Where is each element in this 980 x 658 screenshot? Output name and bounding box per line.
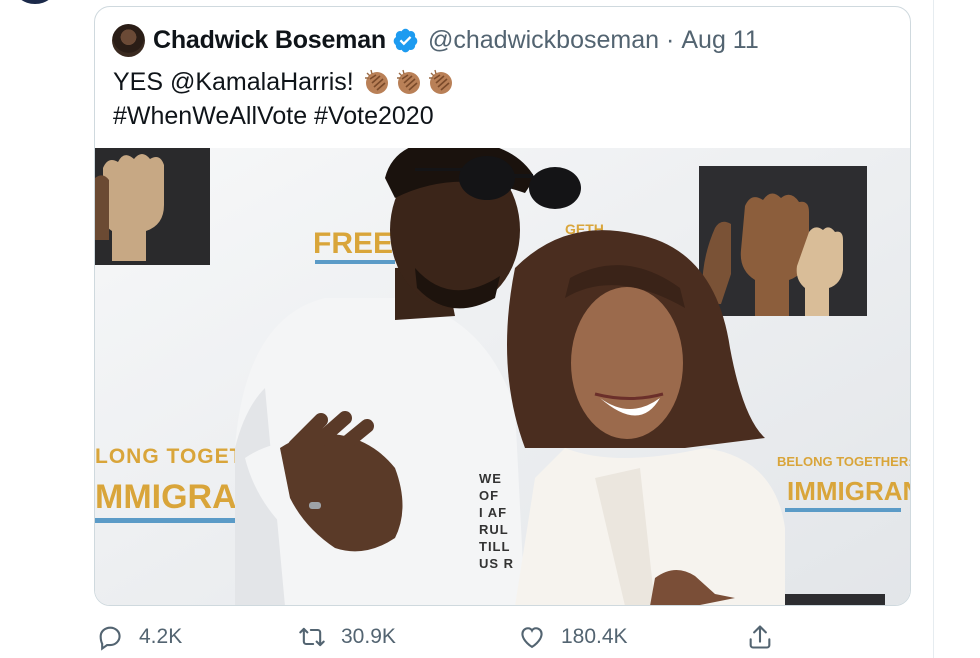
reply-count: 4.2K <box>139 625 183 648</box>
tweet-hashtags[interactable]: #WhenWeAllVote #Vote2020 <box>113 99 434 133</box>
clap-icon <box>428 69 452 94</box>
fist-poster-right <box>699 166 867 316</box>
reply-icon <box>99 626 121 651</box>
retweeter-avatar[interactable] <box>14 0 56 4</box>
tweet-actions: 4.2K 30.9K 180.4K <box>0 616 933 658</box>
retweet-count: 30.9K <box>341 625 396 648</box>
backdrop-text-long-together: LONG TOGET <box>95 445 243 468</box>
fist-poster-left <box>95 148 210 265</box>
retweet-button[interactable]: 30.9K <box>298 616 396 658</box>
backdrop-text-belong-together: BELONG TOGETHER: <box>777 454 910 469</box>
shirt-print-line: WE OF <box>479 471 502 503</box>
shirt-print-line: US R <box>479 556 515 571</box>
clap-icon <box>396 69 420 94</box>
share-button[interactable] <box>746 616 774 658</box>
tweet-photo[interactable]: FREED GETH LONG TOGET MMIGRANT BELONG TO… <box>95 148 910 605</box>
reply-button[interactable]: 4.2K <box>96 616 182 658</box>
quoted-tweet-text: YES @KamalaHarris! #WhenWeAllVote #Vote2… <box>113 65 456 133</box>
author-handle[interactable]: @chadwickboseman <box>428 26 659 55</box>
shirt-print-line: RUL <box>479 522 509 537</box>
heart-icon <box>521 627 543 649</box>
quoted-tweet-card[interactable]: Chadwick Boseman @chadwickboseman · Aug … <box>94 6 911 606</box>
shirt-print-line: I AF <box>479 505 508 520</box>
shirt-print-line: TILL <box>479 539 511 554</box>
author-name[interactable]: Chadwick Boseman <box>153 26 386 55</box>
header-separator: · <box>666 25 675 54</box>
shirt-print: WE OF I AF RUL TILL US R <box>479 470 521 572</box>
share-icon <box>749 625 771 649</box>
backdrop-text-immigrants-right: IMMIGRANTS! <box>787 476 910 506</box>
tweet-date[interactable]: Aug 11 <box>681 26 758 55</box>
tweet-text-line-1: YES @KamalaHarris! <box>113 68 354 96</box>
retweet-icon <box>299 627 325 647</box>
timeline-divider <box>933 0 934 658</box>
verified-badge-icon <box>393 28 418 52</box>
clap-icon <box>364 69 388 94</box>
tweet-view: Chadwick Boseman @chadwickboseman · Aug … <box>0 0 980 658</box>
like-count: 180.4K <box>561 625 628 648</box>
like-button[interactable]: 180.4K <box>518 616 628 658</box>
quoted-tweet-header: Chadwick Boseman @chadwickboseman · Aug … <box>112 23 759 57</box>
author-avatar[interactable] <box>112 23 145 57</box>
